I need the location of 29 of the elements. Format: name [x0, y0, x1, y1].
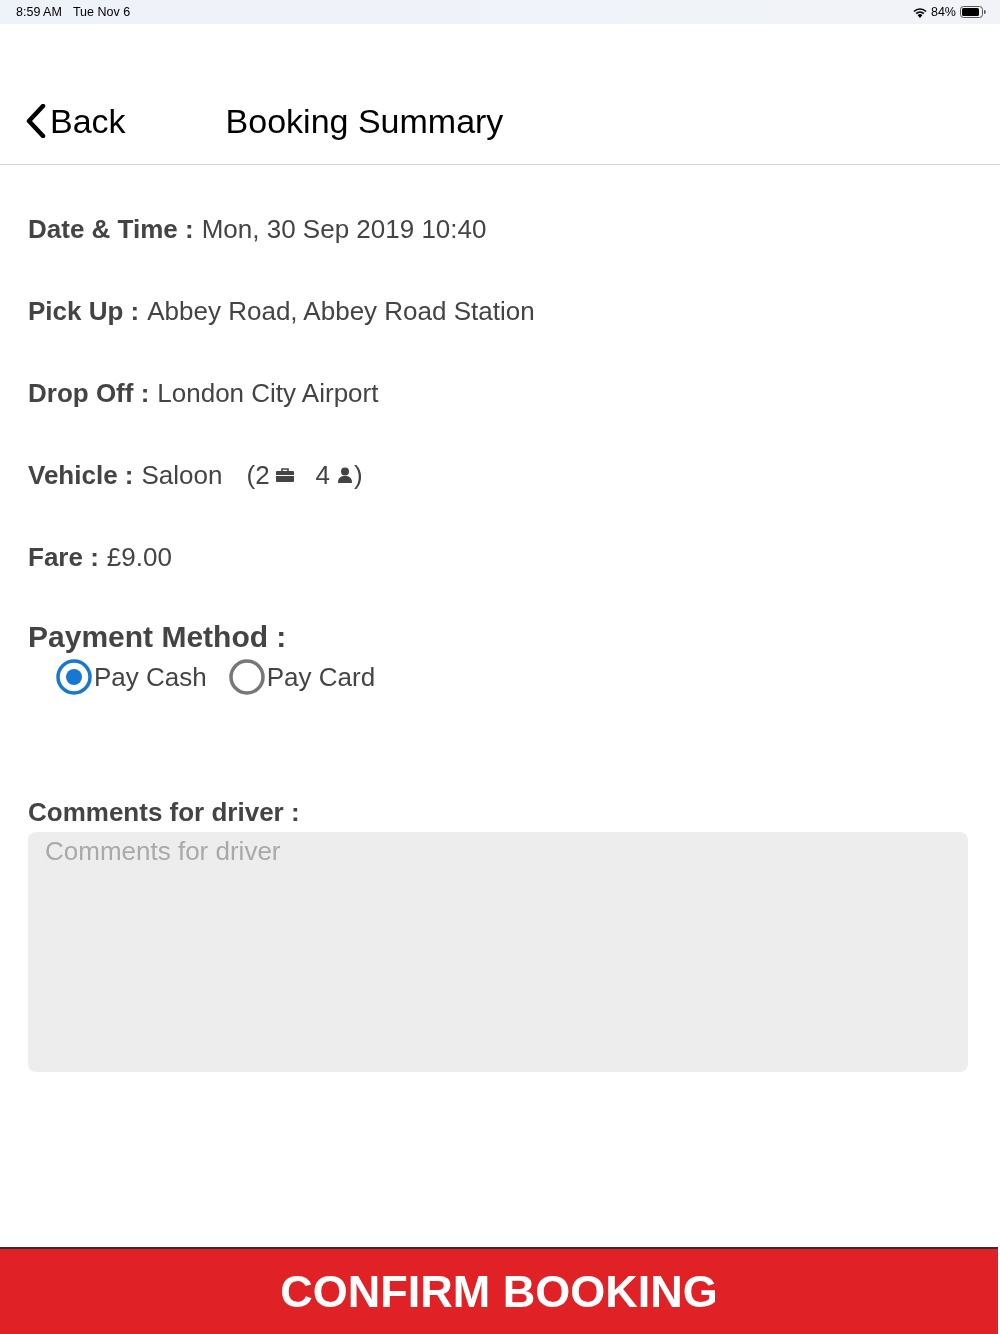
page-title: Booking Summary: [225, 101, 504, 142]
detail-label: Date & Time :: [28, 213, 194, 245]
briefcase-icon: [275, 468, 294, 482]
payment-option[interactable]: Pay Card: [228, 659, 376, 695]
closing-paren: ): [354, 459, 363, 491]
detail-value: London City Airport: [157, 377, 379, 409]
battery-icon: [960, 6, 986, 18]
detail-label: Fare :: [28, 541, 99, 573]
detail-value: Abbey Road, Abbey Road Station: [147, 295, 535, 327]
chevron-left-icon: [26, 104, 46, 138]
detail-label: Vehicle :: [28, 459, 134, 491]
battery-percent: 84%: [930, 5, 956, 19]
comments-label: Comments for driver :: [28, 796, 301, 828]
luggage-count: (2: [246, 459, 270, 491]
person-icon: [338, 467, 353, 483]
detail-value: Saloon: [141, 459, 223, 491]
detail-label: Drop Off :: [28, 377, 150, 409]
detail-label: Pick Up :: [28, 295, 140, 327]
wifi-icon: [912, 6, 927, 18]
comments-field[interactable]: Comments for driver: [28, 832, 968, 1072]
status-date: Tue Nov 6: [72, 5, 131, 19]
detail-value: £9.00: [106, 541, 172, 573]
payment-method-heading: Payment Method :: [28, 619, 288, 655]
confirm-booking-button[interactable]: CONFIRM BOOKING: [0, 1247, 998, 1334]
status-time: 8:59 AM: [16, 5, 62, 19]
passenger-count: 4: [315, 459, 331, 491]
detail-value: Mon, 30 Sep 2019 10:40: [201, 213, 487, 245]
payment-option[interactable]: Pay Cash: [56, 659, 207, 695]
back-button[interactable]: Back: [26, 100, 126, 142]
